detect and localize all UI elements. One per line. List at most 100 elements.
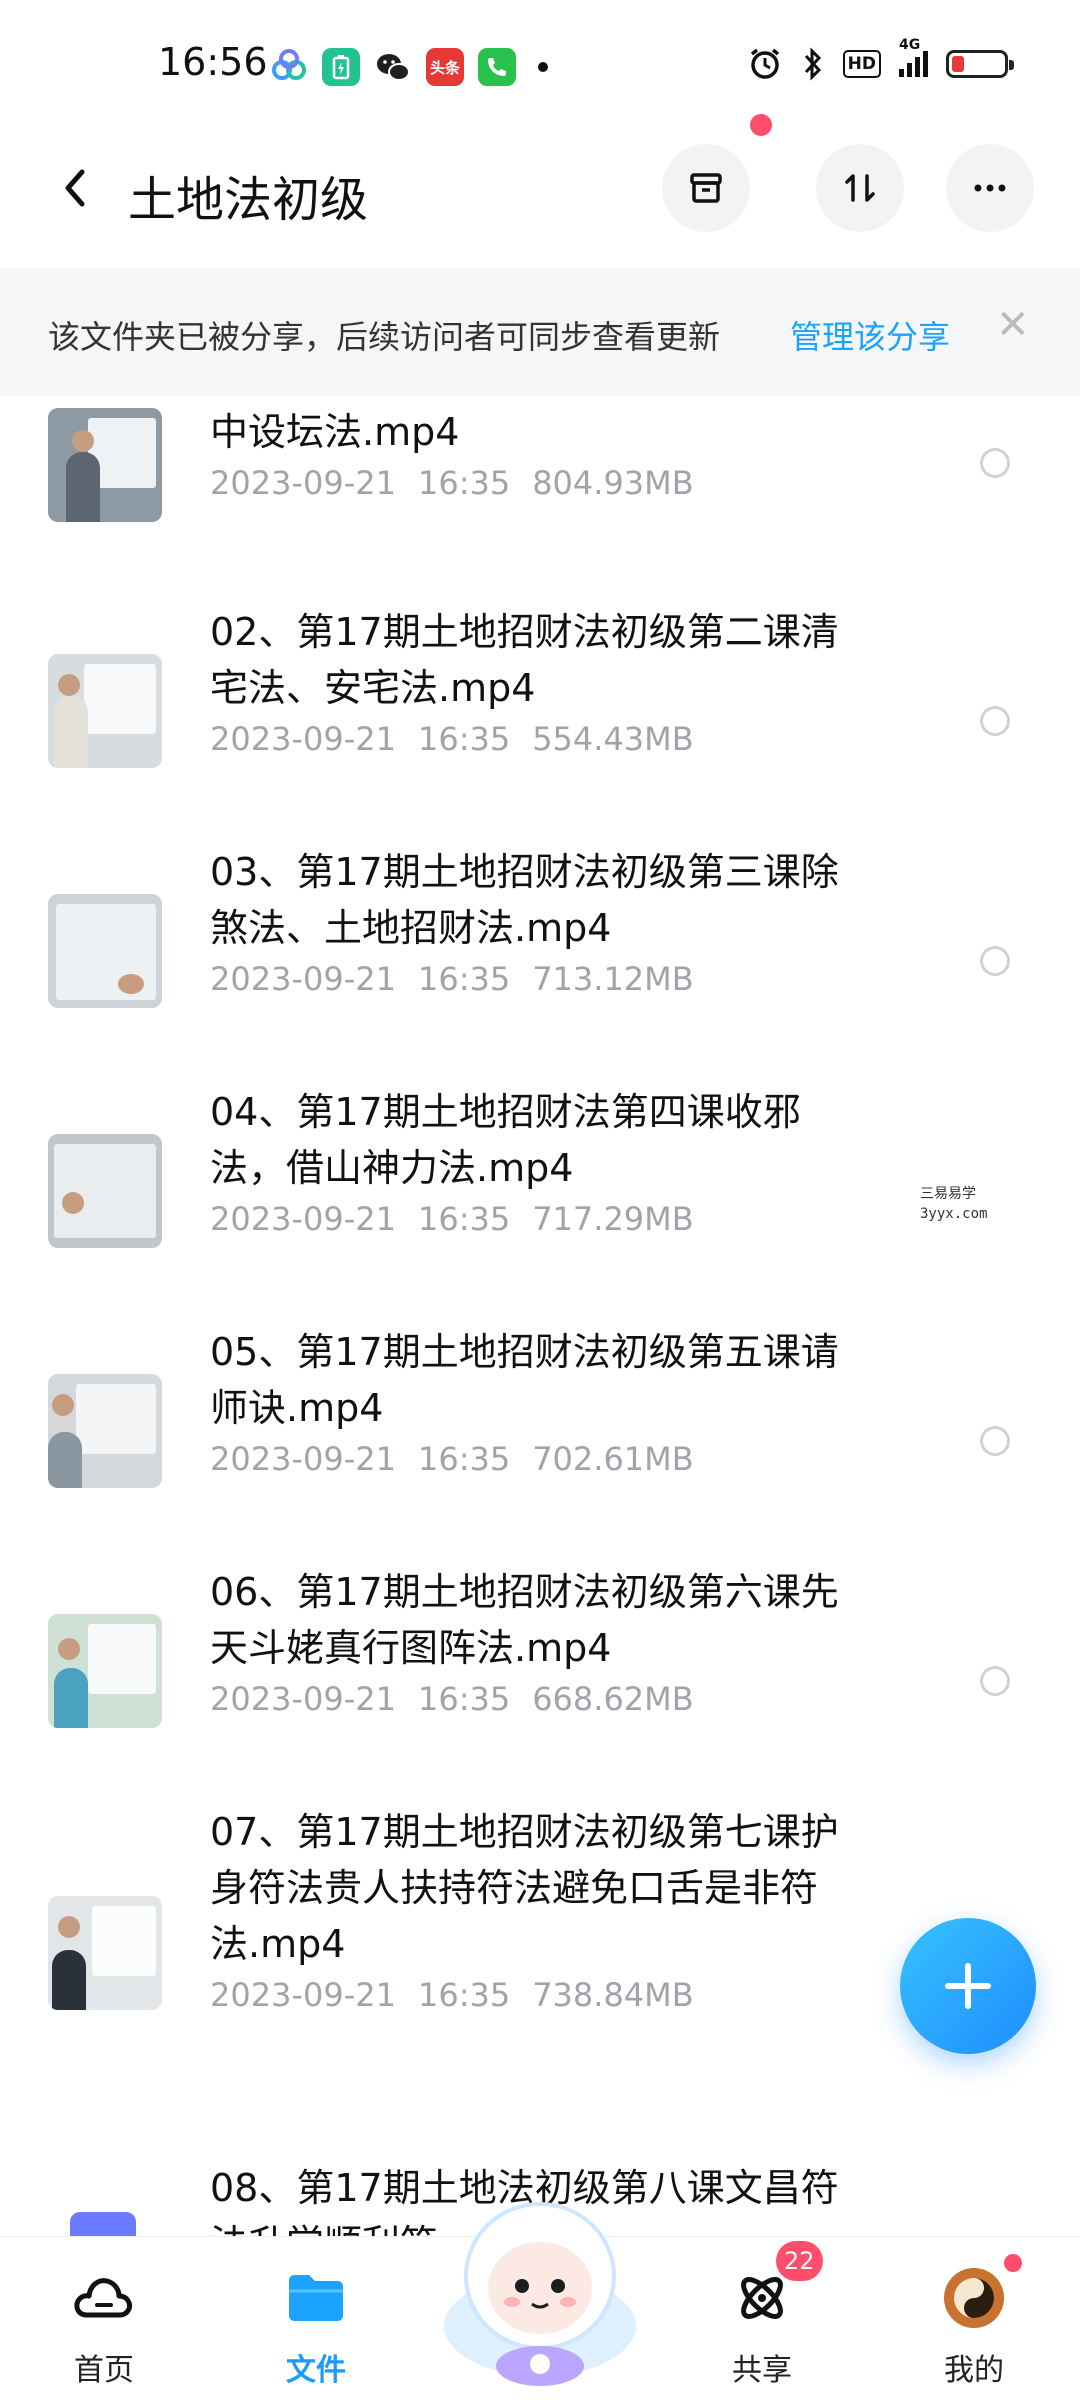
file-meta: 2023-09-21 16:35 738.84MB	[210, 1976, 716, 2014]
tab-files-label: 文件	[286, 2353, 346, 2388]
file-name: 02、第17期土地招财法初级第二课清 宅法、安宅法.mp4	[210, 610, 839, 710]
file-size: 713.12MB	[532, 960, 694, 998]
toutiao-icon: 头条	[426, 48, 464, 86]
file-name: 07、第17期土地招财法初级第七课护 身符法贵人扶持符法避免口舌是非符 法.mp…	[210, 1810, 839, 1966]
file-meta: 2023-09-21 16:35 713.12MB	[210, 960, 716, 998]
file-meta: 2023-09-21 16:35 804.93MB	[210, 464, 716, 502]
more-options-button[interactable]	[946, 144, 1034, 232]
phone-icon	[478, 48, 516, 86]
bluetooth-icon	[804, 47, 821, 81]
battery-icon	[946, 50, 1014, 78]
select-checkbox[interactable]	[980, 1426, 1010, 1456]
file-date: 2023-09-21	[210, 1680, 396, 1718]
baidu-netdisk-icon	[270, 48, 308, 86]
file-size: 702.61MB	[532, 1440, 694, 1478]
select-checkbox[interactable]	[980, 448, 1010, 478]
file-row[interactable]: 01、第17期土地招财法初级第一课掌 中设坛法.mp4 2023-09-21 16…	[0, 396, 1080, 596]
network-type-label: 4G	[899, 37, 921, 53]
watermark-line2: 3yyx.com	[920, 1206, 988, 1222]
close-icon[interactable]: ✕	[996, 302, 1030, 348]
wechat-icon	[374, 48, 412, 86]
video-thumbnail	[48, 1896, 162, 2010]
file-row[interactable]: 06、第17期土地招财法初级第六课先 天斗姥真行图阵法.mp4 2023-09-…	[0, 1556, 1080, 1796]
home-cloud-icon	[74, 2278, 132, 2318]
share-notice-banner: 该文件夹已被分享，后续访问者可同步查看更新 管理该分享 ✕	[0, 268, 1080, 396]
file-size: 804.93MB	[532, 464, 694, 502]
file-row[interactable]: 03、第17期土地招财法初级第三课除 煞法、土地招财法.mp4 2023-09-…	[0, 836, 1080, 1076]
mascot-icon	[444, 2202, 636, 2386]
file-name: 04、第17期土地招财法第四课收邪 法，借山神力法.mp4	[210, 1090, 801, 1190]
tab-me-label: 我的	[944, 2353, 1004, 2388]
video-thumbnail	[48, 1134, 162, 1248]
status-bar: 16:56 头条 HD 4G	[0, 0, 1080, 130]
top-app-bar: 土地法初级	[0, 114, 1080, 250]
tab-share-label: 共享	[732, 2353, 792, 2388]
folder-icon	[289, 2275, 343, 2321]
sort-button[interactable]	[816, 144, 904, 232]
manage-share-link[interactable]: 管理该分享	[790, 312, 950, 358]
file-time: 16:35	[417, 1440, 511, 1478]
video-thumbnail	[48, 1614, 162, 1728]
file-name: 06、第17期土地招财法初级第六课先 天斗姥真行图阵法.mp4	[210, 1570, 839, 1670]
file-size: 717.29MB	[532, 1200, 694, 1238]
file-name: 05、第17期土地招财法初级第五课请 师诀.mp4	[210, 1330, 839, 1430]
share-notice-text: 该文件夹已被分享，后续访问者可同步查看更新	[48, 318, 721, 356]
file-time: 16:35	[417, 1680, 511, 1718]
status-time: 16:56	[158, 40, 268, 84]
file-meta: 2023-09-21 16:35 554.43MB	[210, 720, 716, 758]
select-checkbox[interactable]	[980, 706, 1010, 736]
file-date: 2023-09-21	[210, 960, 396, 998]
file-row[interactable]: 05、第17期土地招财法初级第五课请 师诀.mp4 2023-09-21 16:3…	[0, 1316, 1080, 1556]
add-button[interactable]	[900, 1918, 1036, 2054]
file-date: 2023-09-21	[210, 1440, 396, 1478]
hd-icon: HD	[842, 50, 881, 78]
file-time: 16:35	[417, 1976, 511, 2014]
back-button[interactable]	[48, 158, 108, 218]
me-notification-dot	[1004, 2254, 1022, 2272]
tab-home[interactable]: 首页	[14, 2237, 194, 2400]
more-dots-icon	[974, 184, 1006, 192]
file-name: 01、第17期土地招财法初级第一课掌 中设坛法.mp4	[210, 396, 839, 454]
tab-home-label: 首页	[74, 2353, 134, 2388]
netdisk-folder-screen: 16:56 头条 HD 4G 土地法初级 该文件夹已被分享，后续访问者可同步查看…	[0, 0, 1080, 2400]
video-thumbnail	[48, 654, 162, 768]
file-time: 16:35	[417, 1200, 511, 1238]
status-app-icons: 头条	[270, 48, 548, 86]
file-date: 2023-09-21	[210, 1200, 396, 1238]
file-date: 2023-09-21	[210, 464, 396, 502]
select-checkbox[interactable]	[980, 1666, 1010, 1696]
archive-box-icon	[690, 173, 722, 203]
video-thumbnail	[48, 894, 162, 1008]
file-name: 03、第17期土地招财法初级第三课除 煞法、土地招财法.mp4	[210, 850, 839, 950]
select-checkbox[interactable]	[980, 946, 1010, 976]
video-file-icon	[70, 2212, 136, 2236]
watermark: 三易易学 3yyx.com	[920, 1184, 987, 1224]
file-meta: 2023-09-21 16:35 702.61MB	[210, 1440, 716, 1478]
assistant-mascot-button[interactable]	[430, 2176, 650, 2386]
tab-share[interactable]: 22 共享	[672, 2237, 852, 2400]
file-meta: 2023-09-21 16:35 668.62MB	[210, 1680, 716, 1718]
file-size: 554.43MB	[532, 720, 694, 758]
new-indicator-dot	[750, 114, 772, 136]
more-notifications-dot-icon	[538, 62, 548, 72]
archive-button[interactable]	[662, 144, 750, 232]
file-date: 2023-09-21	[210, 720, 396, 758]
plus-icon	[945, 1963, 991, 2009]
file-time: 16:35	[417, 960, 511, 998]
video-thumbnail	[48, 1374, 162, 1488]
share-badge: 22	[776, 2241, 823, 2281]
tab-files[interactable]: 文件	[226, 2237, 406, 2400]
file-row[interactable]: 02、第17期土地招财法初级第二课清 宅法、安宅法.mp4 2023-09-21…	[0, 596, 1080, 836]
file-date: 2023-09-21	[210, 1976, 396, 2014]
file-size: 738.84MB	[532, 1976, 694, 2014]
file-row[interactable]: 04、第17期土地招财法第四课收邪 法，借山神力法.mp4 2023-09-21…	[0, 1076, 1080, 1316]
battery-app-icon	[322, 48, 360, 86]
file-meta: 2023-09-21 16:35 717.29MB	[210, 1200, 716, 1238]
alarm-icon	[750, 48, 779, 79]
avatar	[944, 2268, 1004, 2328]
video-thumbnail	[48, 408, 162, 522]
back-arrow-icon	[65, 169, 85, 207]
status-system-icons: HD 4G	[747, 37, 1014, 82]
tab-me[interactable]: 我的	[884, 2237, 1064, 2400]
page-title: 土地法初级	[128, 172, 369, 228]
